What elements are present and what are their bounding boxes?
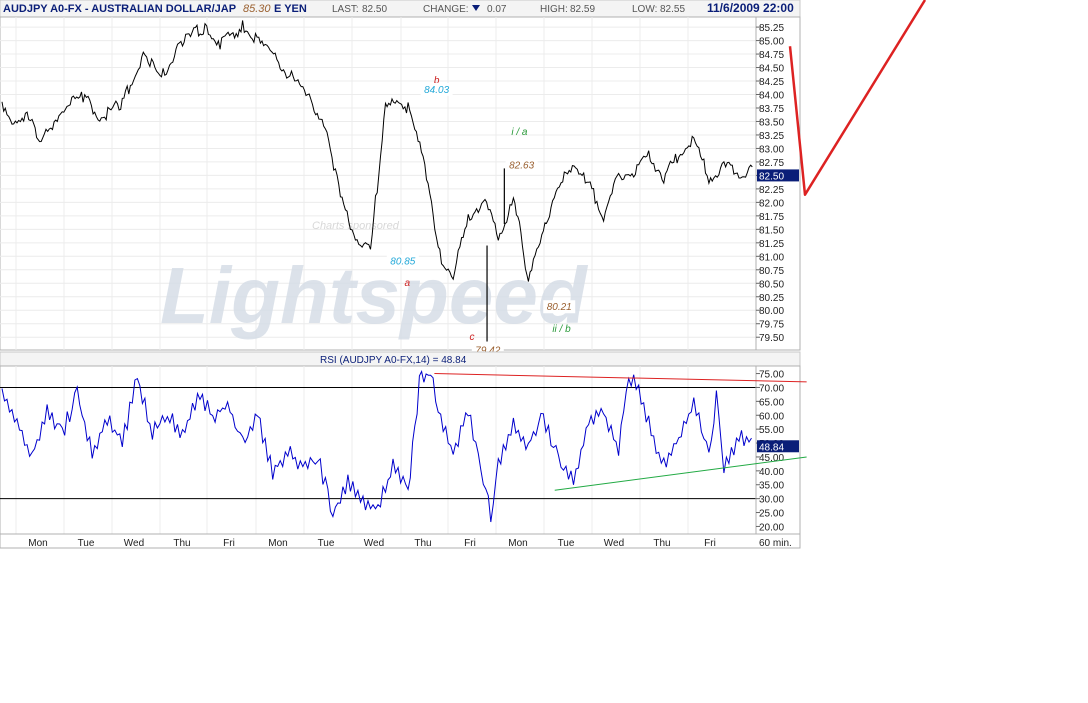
rsi-value-badge-label: 48.84 bbox=[759, 442, 784, 453]
price-tick-label: 83.50 bbox=[759, 117, 784, 128]
wave-annotation-label: ii / b bbox=[552, 324, 571, 335]
price-tick-label: 80.50 bbox=[759, 279, 784, 290]
watermark-sponsor: Charts sponsored bbox=[312, 220, 400, 232]
price-tick-label: 84.50 bbox=[759, 64, 784, 75]
time-tick-label: Thu bbox=[653, 538, 670, 549]
time-tick-label: Thu bbox=[173, 538, 190, 549]
price-tick-label: 80.00 bbox=[759, 306, 784, 317]
rsi-tick-label: 40.00 bbox=[759, 467, 784, 478]
price-tick-label: 83.25 bbox=[759, 131, 784, 142]
time-tick-label: Fri bbox=[464, 538, 476, 549]
time-tick-label: Fri bbox=[704, 538, 716, 549]
time-tick-label: Wed bbox=[604, 538, 624, 549]
time-interval-label: 60 min. bbox=[759, 538, 792, 549]
price-tick-label: 82.75 bbox=[759, 158, 784, 169]
rsi-tick-label: 60.00 bbox=[759, 411, 784, 422]
rsi-panel bbox=[0, 365, 757, 535]
time-tick-label: Tue bbox=[318, 538, 335, 549]
time-tick-label: Fri bbox=[223, 538, 235, 549]
last-label: LAST: bbox=[332, 4, 359, 15]
low-label: LOW: bbox=[632, 4, 657, 15]
overlay-price-label: 85.30 bbox=[243, 3, 271, 15]
time-tick-label: Mon bbox=[268, 538, 287, 549]
price-tick-label: 80.25 bbox=[759, 293, 784, 304]
price-tick-label: 83.00 bbox=[759, 144, 784, 155]
time-axis bbox=[0, 533, 801, 549]
symbol-title: AUDJPY A0-FX - AUSTRALIAN DOLLAR/JAP bbox=[3, 3, 236, 15]
wave-annotation-label: 82.63 bbox=[509, 160, 534, 171]
price-tick-label: 79.75 bbox=[759, 320, 784, 331]
rsi-tick-label: 75.00 bbox=[759, 370, 784, 381]
last-value: 82.50 bbox=[362, 4, 387, 15]
chart-canvas: AUDJPY A0-FX - AUSTRALIAN DOLLAR/JAP E Y… bbox=[0, 0, 927, 549]
rsi-tick-label: 35.00 bbox=[759, 481, 784, 492]
wave-annotation-label: i / a bbox=[511, 127, 528, 138]
time-tick-label: Wed bbox=[124, 538, 144, 549]
price-tick-label: 82.25 bbox=[759, 185, 784, 196]
price-tick-label: 79.50 bbox=[759, 333, 784, 344]
wave-annotation-label: 80.85 bbox=[390, 256, 415, 267]
high-value: 82.59 bbox=[570, 4, 595, 15]
price-tick-label: 84.25 bbox=[759, 77, 784, 88]
rsi-header: RSI (AUDJPY A0-FX,14) = 48.84 bbox=[320, 355, 467, 366]
change-label: CHANGE: bbox=[423, 4, 469, 15]
rsi-tick-label: 55.00 bbox=[759, 425, 784, 436]
price-tick-label: 81.25 bbox=[759, 239, 784, 250]
rsi-tick-label: 25.00 bbox=[759, 509, 784, 520]
price-tick-label: 85.00 bbox=[759, 37, 784, 48]
time-tick-label: Mon bbox=[508, 538, 527, 549]
high-label: HIGH: bbox=[540, 4, 568, 15]
last-price-badge-label: 82.50 bbox=[759, 171, 784, 182]
wave-annotation-label: 80.21 bbox=[547, 302, 572, 313]
time-tick-label: Tue bbox=[558, 538, 575, 549]
price-tick-label: 83.75 bbox=[759, 104, 784, 115]
time-tick-label: Wed bbox=[364, 538, 384, 549]
price-tick-label: 82.00 bbox=[759, 198, 784, 209]
price-tick-label: 81.75 bbox=[759, 212, 784, 223]
drawn-check-mark bbox=[788, 0, 927, 196]
wave-annotation-label: a bbox=[405, 278, 411, 289]
time-tick-label: Thu bbox=[414, 538, 431, 549]
rsi-tick-label: 20.00 bbox=[759, 522, 784, 533]
rsi-tick-label: 65.00 bbox=[759, 397, 784, 408]
chart-root: AUDJPY A0-FX - AUSTRALIAN DOLLAR/JAP E Y… bbox=[0, 0, 1088, 698]
time-tick-label: Tue bbox=[78, 538, 95, 549]
datetime: 11/6/2009 22:00 bbox=[707, 1, 794, 15]
rsi-tick-label: 30.00 bbox=[759, 495, 784, 506]
price-tick-label: 85.25 bbox=[759, 23, 784, 34]
price-tick-label: 84.75 bbox=[759, 50, 784, 61]
price-tick-label: 81.00 bbox=[759, 252, 784, 263]
rsi-tick-label: 70.00 bbox=[759, 383, 784, 394]
symbol-title-tail: E YEN bbox=[274, 3, 307, 15]
price-tick-label: 80.75 bbox=[759, 266, 784, 277]
wave-annotation-label: 84.03 bbox=[424, 85, 449, 96]
price-tick-label: 84.00 bbox=[759, 91, 784, 102]
change-value: 0.07 bbox=[487, 4, 507, 15]
price-tick-label: 81.50 bbox=[759, 225, 784, 236]
low-value: 82.55 bbox=[660, 4, 685, 15]
wave-annotation-label: c bbox=[470, 332, 475, 343]
time-tick-label: Mon bbox=[28, 538, 47, 549]
